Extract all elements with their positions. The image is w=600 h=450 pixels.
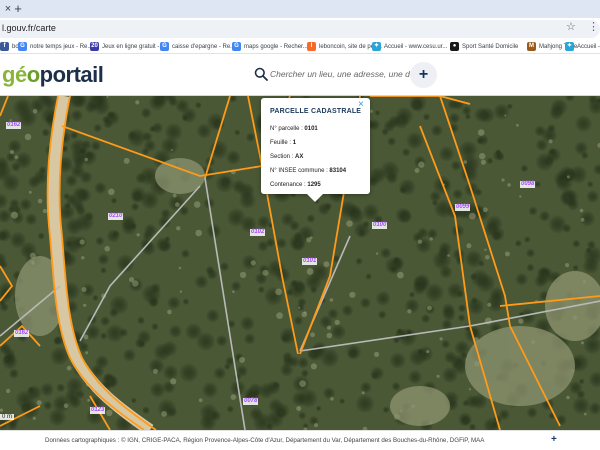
parcel-label[interactable]: 0162 — [6, 122, 22, 129]
popup-row-value: 83104 — [329, 168, 347, 174]
logo-letter-o: o — [26, 62, 40, 87]
cesu-icon: ✦ — [565, 41, 574, 51]
footer: Données cartographiques : © IGN, CRIGE-P… — [0, 430, 600, 450]
logo-text: portail — [39, 62, 104, 87]
parcel-label[interactable]: 0162 — [14, 330, 30, 337]
bookmark-star-icon[interactable]: ☆ — [566, 20, 576, 33]
popup-row-label: Section : — [270, 154, 296, 160]
popup-title: PARCELLE CADASTRALE — [270, 108, 362, 115]
new-tab-button[interactable]: + — [12, 2, 24, 16]
google-icon: G — [232, 41, 241, 51]
expand-attribution-button[interactable]: + — [551, 434, 557, 445]
bookmark-item[interactable]: Gnotre temps jeux - Re... — [18, 41, 92, 53]
mahjong-icon: M — [527, 41, 536, 51]
popup-row-value: AX — [295, 154, 304, 160]
bookmark-item[interactable]: ✦ Accueil - www.cesu.ur... — [372, 41, 447, 53]
sport-icon: ● — [450, 41, 459, 51]
bookmark-item[interactable]: 20 Jeux en ligne gratuit -... — [90, 41, 164, 53]
games-icon: 20 — [90, 41, 99, 51]
search-input[interactable] — [270, 66, 410, 82]
popup-row: N° INSEE commune : 83104 — [270, 168, 346, 174]
popup-row-label: Contenance : — [270, 182, 308, 188]
parcel-label[interactable]: 0123 — [90, 407, 106, 414]
parcel-label[interactable]: 0101 — [302, 258, 318, 265]
screen: × + l.gouv.fr/carte ☆ ⋮ fbookGnotre temp… — [0, 0, 600, 450]
bookmarks-bar: fbookGnotre temps jeux - Re...20Jeux en … — [0, 40, 600, 54]
bookmark-label: Accueil - www.cesu.ur... — [384, 44, 448, 50]
bookmark-item[interactable]: l leboncoin, site de peti... — [307, 41, 382, 53]
bookmark-label: Accueil - A — [577, 44, 600, 50]
bookmark-label: Sport Santé Domicile — [462, 44, 519, 50]
url-text[interactable]: l.gouv.fr/carte — [2, 23, 56, 33]
parcel-info-popup: PARCELLE CADASTRALE × N° parcelle : 0101… — [261, 98, 370, 202]
google-icon: G — [160, 41, 169, 51]
logo-letter-e: é — [14, 62, 27, 87]
browser-tab-strip: × + — [0, 0, 600, 18]
scale-bar: 0 m — [0, 414, 15, 420]
search-icon[interactable] — [254, 67, 268, 81]
add-button[interactable]: + — [410, 62, 437, 88]
parcel-label[interactable]: 0099 — [455, 204, 471, 211]
attribution-text: Données cartographiques : © IGN, CRIGE-P… — [45, 437, 485, 444]
close-icon[interactable]: × — [358, 100, 364, 110]
google-icon: G — [18, 41, 27, 51]
popup-row-label: Feuille : — [270, 140, 293, 146]
popup-row: Feuille : 1 — [270, 140, 296, 146]
logo-letter-g: g — [2, 62, 15, 87]
popup-row-value: 1 — [292, 140, 297, 146]
popup-row-label: N° INSEE commune : — [270, 168, 330, 174]
parcel-label[interactable]: 0078 — [243, 398, 259, 405]
address-bar-row: l.gouv.fr/carte ☆ ⋮ — [0, 18, 600, 40]
bookmark-item[interactable]: ✦Accueil - A — [565, 41, 600, 53]
parcel-label[interactable]: 0210 — [108, 213, 124, 220]
address-bar[interactable]: l.gouv.fr/carte — [0, 20, 600, 38]
popup-row: N° parcelle : 0101 — [270, 126, 318, 132]
bookmark-label: notre temps jeux - Re... — [30, 44, 93, 50]
parcel-label[interactable]: 0098 — [520, 181, 536, 188]
popup-row-label: N° parcelle : — [270, 126, 305, 132]
browser-menu-icon[interactable]: ⋮ — [588, 20, 599, 33]
leboncoin-icon: l — [307, 41, 316, 51]
popup-row: Contenance : 1295 — [270, 182, 321, 188]
parcel-label[interactable]: 0100 — [372, 222, 388, 229]
bookmark-item[interactable]: Gmaps google - Recher... — [232, 41, 308, 53]
popup-row-value: 0101 — [304, 126, 318, 132]
popup-row-value: 1295 — [307, 182, 321, 188]
bookmark-label: caisse d'epargne - Re... — [172, 44, 236, 50]
bookmark-item[interactable]: Gcaisse d'epargne - Re... — [160, 41, 235, 53]
bookmark-label: Jeux en ligne gratuit -... — [102, 44, 165, 50]
facebook-icon: f — [0, 41, 9, 51]
site-header: géoportail + — [0, 54, 600, 96]
cesu-icon: ✦ — [372, 41, 381, 51]
popup-row: Section : AX — [270, 154, 303, 160]
geoportail-logo[interactable]: géoportail — [2, 62, 104, 88]
parcel-label[interactable]: 0102 — [250, 229, 266, 236]
bookmark-label: maps google - Recher... — [244, 44, 308, 50]
bookmark-item[interactable]: ● Sport Santé Domicile — [450, 41, 518, 53]
